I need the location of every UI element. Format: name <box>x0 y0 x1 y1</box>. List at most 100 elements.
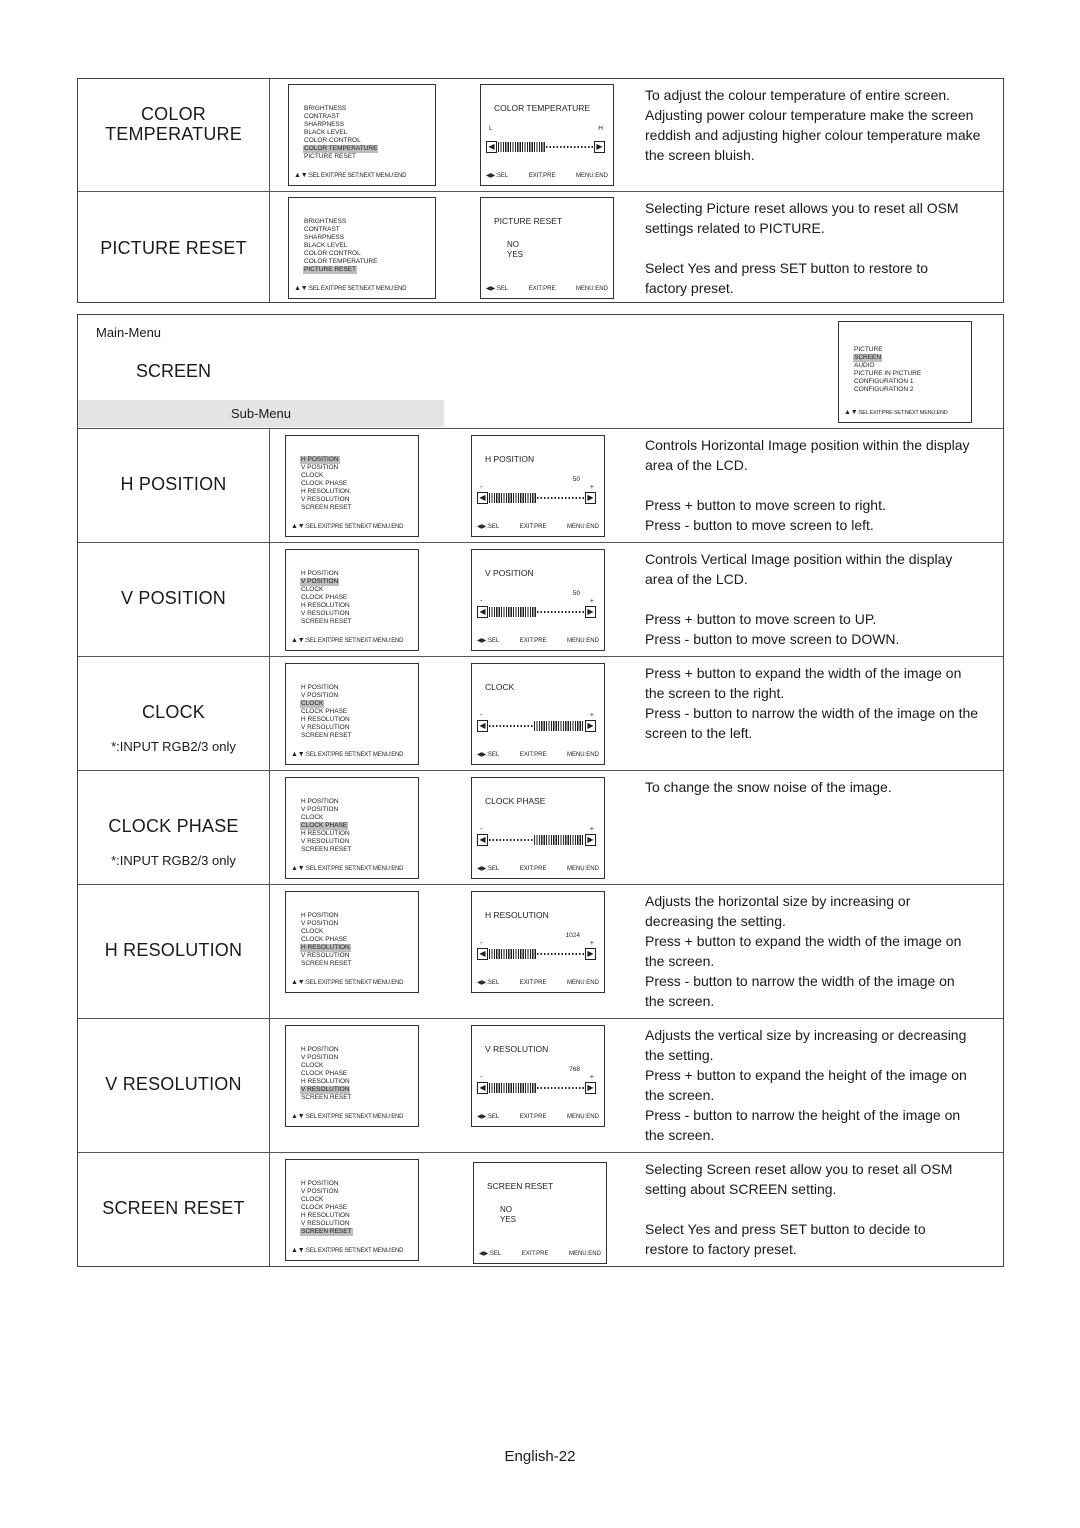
osd-menu-item[interactable]: BRIGHTNESS <box>303 218 378 226</box>
osd-menu-item[interactable]: V RESOLUTION <box>300 724 353 732</box>
osd-menu-item[interactable]: CLOCK PHASE <box>300 594 353 602</box>
osd-menu-item[interactable]: CLOCK PHASE <box>300 708 353 716</box>
osd-menu-item[interactable]: SHARPNESS <box>303 121 378 129</box>
osd-menu-item[interactable]: COLOR TEMPERATURE <box>303 258 378 266</box>
osd-menu-item[interactable]: PICTURE <box>853 346 922 354</box>
osd-adjust-slider[interactable]: ◀ ▶ <box>477 948 596 960</box>
osd-adjust-slider[interactable]: ◀ ▶ <box>477 834 596 846</box>
osd-menu-item[interactable]: CONFIGURATION 1 <box>853 378 922 386</box>
osd-menu-item[interactable]: BLACK LEVEL <box>303 129 378 137</box>
osd-menu-item[interactable]: SCREEN RESET <box>300 618 353 626</box>
osd-menu-item[interactable]: SCREEN RESET <box>300 846 353 854</box>
right-arrow-icon[interactable]: ▶ <box>594 141 605 153</box>
osd-menu-item[interactable]: H POSITION <box>300 1046 353 1054</box>
osd-menu-item[interactable]: CLOCK <box>300 472 353 480</box>
osd-menu-item[interactable]: H RESOLUTION <box>300 602 353 610</box>
osd-menu-item[interactable]: H POSITION <box>300 798 353 806</box>
osd-menu-item[interactable]: BLACK LEVEL <box>303 242 378 250</box>
right-arrow-icon[interactable]: ▶ <box>585 492 596 504</box>
osd-menu-item[interactable]: H RESOLUTION <box>300 488 353 496</box>
osd-reset-option[interactable]: NO <box>500 1205 516 1215</box>
left-arrow-icon[interactable]: ◀ <box>477 834 488 846</box>
left-arrow-icon[interactable]: ◀ <box>477 606 488 618</box>
osd-adjust-slider[interactable]: ◀ ▶ <box>477 1082 596 1094</box>
slider-track[interactable] <box>498 142 593 152</box>
osd-menu-item[interactable]: V RESOLUTION <box>300 496 353 504</box>
left-arrow-icon[interactable]: ◀ <box>477 492 488 504</box>
osd-menu-item[interactable]: CONTRAST <box>303 113 378 121</box>
osd-adjust-slider[interactable]: ◀ ▶ <box>477 720 596 732</box>
osd-menu-item[interactable]: H RESOLUTION <box>300 716 353 724</box>
osd-menu-item[interactable]: CONTRAST <box>303 226 378 234</box>
osd-menu-item[interactable]: V POSITION <box>300 464 353 472</box>
osd-menu-item[interactable]: V POSITION <box>300 920 353 928</box>
osd-menu-item[interactable]: CLOCK PHASE <box>300 1070 353 1078</box>
osd-menu-item[interactable]: BRIGHTNESS <box>303 105 378 113</box>
osd-menu-item[interactable]: COLOR CONTROL <box>303 250 378 258</box>
osd-menu-item[interactable]: PICTURE IN PICTURE <box>853 370 922 378</box>
osd-menu-item-selected[interactable]: PICTURE RESET <box>303 266 358 274</box>
osd-adjust-slider[interactable]: ◀ ▶ <box>486 141 605 153</box>
osd-menu-item[interactable]: SCREEN RESET <box>300 960 353 968</box>
osd-menu-item[interactable]: V RESOLUTION <box>300 610 353 618</box>
osd-menu-item[interactable]: CLOCK PHASE <box>300 1204 353 1212</box>
osd-menu-item[interactable]: H POSITION <box>300 684 353 692</box>
osd-menu-item[interactable]: COLOR CONTROL <box>303 137 378 145</box>
osd-reset-option[interactable]: NO <box>507 240 523 250</box>
osd-menu-item[interactable]: CLOCK <box>300 814 353 822</box>
osd-menu-item-selected[interactable]: SCREEN <box>853 354 883 362</box>
osd-menu-item[interactable]: PICTURE RESET <box>303 153 378 161</box>
osd-menu-item[interactable]: SCREEN RESET <box>300 732 353 740</box>
osd-menu-item[interactable]: CLOCK PHASE <box>300 480 353 488</box>
right-arrow-icon[interactable]: ▶ <box>585 720 596 732</box>
osd-menu-item[interactable]: AUDIO <box>853 362 922 370</box>
osd-menu-item-selected[interactable]: H POSITION <box>300 456 340 464</box>
slider-track[interactable] <box>489 949 584 959</box>
osd-menu-item[interactable]: V POSITION <box>300 692 353 700</box>
left-arrow-icon[interactable]: ◀ <box>477 948 488 960</box>
osd-menu-item[interactable]: CLOCK <box>300 1062 353 1070</box>
osd-menu-item[interactable]: H POSITION <box>300 912 353 920</box>
osd-menu-item[interactable]: H RESOLUTION <box>300 1078 353 1086</box>
osd-menu-item[interactable]: V RESOLUTION <box>300 952 353 960</box>
osd-menu-item[interactable]: CLOCK <box>300 1196 353 1204</box>
left-arrow-icon[interactable]: ◀ <box>477 720 488 732</box>
slider-track[interactable] <box>489 1083 584 1093</box>
osd-menu-item-selected[interactable]: CLOCK PHASE <box>300 822 349 830</box>
osd-menu-item[interactable]: CLOCK <box>300 928 353 936</box>
osd-menu-item[interactable]: H RESOLUTION <box>300 830 353 838</box>
osd-menu-item[interactable]: V POSITION <box>300 1188 353 1196</box>
osd-menu-item[interactable]: V POSITION <box>300 1054 353 1062</box>
right-arrow-icon[interactable]: ▶ <box>585 948 596 960</box>
osd-adjust-slider[interactable]: ◀ ▶ <box>477 606 596 618</box>
osd-menu-item-selected[interactable]: COLOR TEMPERATURE <box>303 145 379 153</box>
osd-reset-option[interactable]: YES <box>500 1215 516 1225</box>
slider-track[interactable] <box>489 835 584 845</box>
slider-track[interactable] <box>489 493 584 503</box>
left-arrow-icon[interactable]: ◀ <box>486 141 497 153</box>
osd-menu-item-selected[interactable]: SCREEN RESET <box>300 1228 353 1236</box>
osd-menu-item[interactable]: V RESOLUTION <box>300 1220 353 1228</box>
osd-menu-item-selected[interactable]: V RESOLUTION <box>300 1086 351 1094</box>
osd-reset-option[interactable]: YES <box>507 250 523 260</box>
osd-menu-item[interactable]: CLOCK PHASE <box>300 936 353 944</box>
slider-track[interactable] <box>489 607 584 617</box>
osd-menu-item-selected[interactable]: V POSITION <box>300 578 340 586</box>
osd-menu-item[interactable]: H RESOLUTION <box>300 1212 353 1220</box>
left-arrow-icon[interactable]: ◀ <box>477 1082 488 1094</box>
osd-menu-item[interactable]: CONFIGURATION 2 <box>853 386 922 394</box>
right-arrow-icon[interactable]: ▶ <box>585 1082 596 1094</box>
slider-track[interactable] <box>489 721 584 731</box>
right-arrow-icon[interactable]: ▶ <box>585 834 596 846</box>
osd-menu-item[interactable]: H POSITION <box>300 570 353 578</box>
osd-menu-item[interactable]: V POSITION <box>300 806 353 814</box>
osd-adjust-slider[interactable]: ◀ ▶ <box>477 492 596 504</box>
osd-menu-item[interactable]: SCREEN RESET <box>300 504 353 512</box>
right-arrow-icon[interactable]: ▶ <box>585 606 596 618</box>
osd-menu-item[interactable]: SCREEN RESET <box>300 1094 353 1102</box>
osd-menu-item-selected[interactable]: CLOCK <box>300 700 325 708</box>
osd-menu-item[interactable]: V RESOLUTION <box>300 838 353 846</box>
osd-menu-item[interactable]: H POSITION <box>300 1180 353 1188</box>
osd-menu-item[interactable]: CLOCK <box>300 586 353 594</box>
osd-menu-item-selected[interactable]: H RESOLUTION <box>300 944 351 952</box>
